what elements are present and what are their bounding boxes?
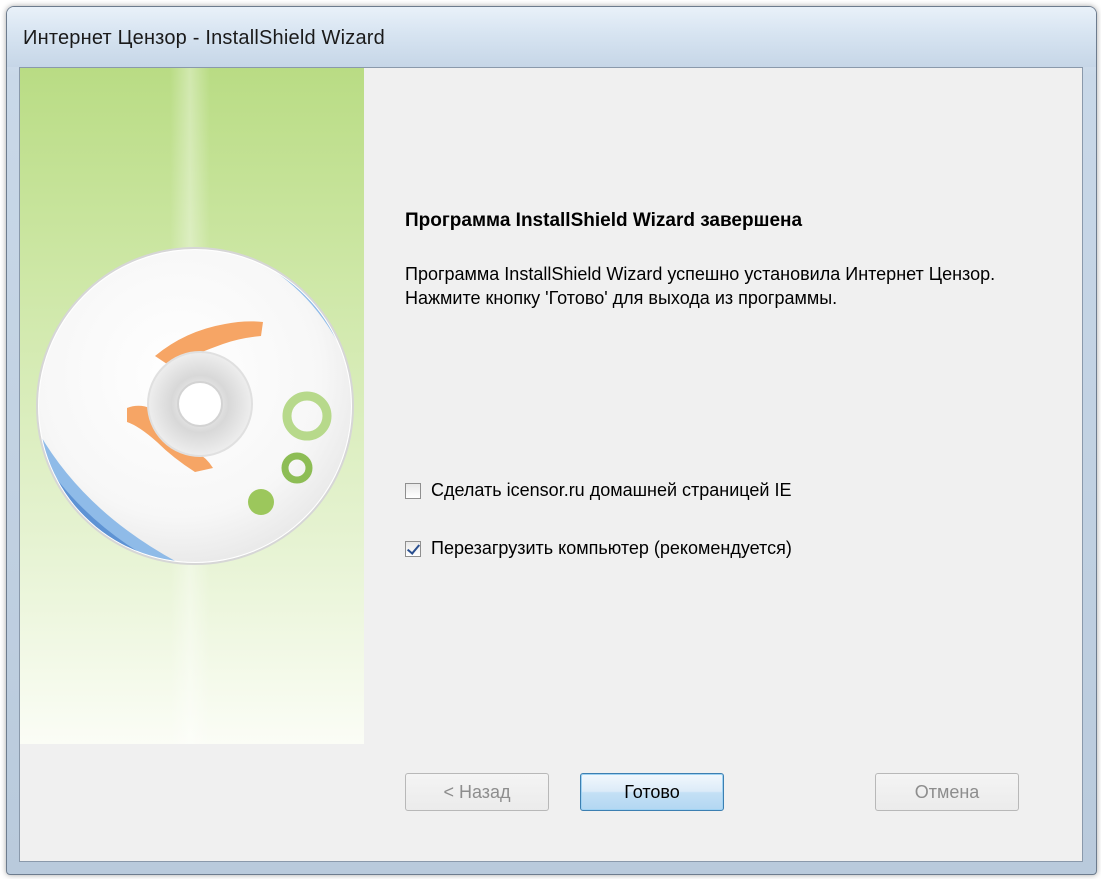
window-title: Интернет Цензор - InstallShield Wizard <box>23 27 385 49</box>
wizard-banner <box>20 68 364 744</box>
page-description: Программа InstallShield Wizard успешно у… <box>405 264 996 308</box>
installer-window: Интернет Цензор - InstallShield Wizard П… <box>6 6 1097 875</box>
title-bar[interactable]: Интернет Цензор - InstallShield Wizard <box>7 7 1096 67</box>
restart-option[interactable]: Перезагрузить компьютер (рекомендуется) <box>405 538 792 559</box>
finish-button[interactable]: Готово <box>580 773 724 811</box>
cancel-button[interactable]: Отмена <box>875 773 1019 811</box>
page-title: Программа InstallShield Wizard завершена <box>405 210 803 231</box>
back-button[interactable]: < Назад <box>405 773 549 811</box>
wizard-panel: Программа InstallShield Wizard завершена… <box>19 67 1083 862</box>
restart-checkbox[interactable] <box>405 540 421 557</box>
homepage-option[interactable]: Сделать icensor.ru домашней страницей IE <box>405 480 791 501</box>
restart-option-label: Перезагрузить компьютер (рекомендуется) <box>431 538 792 558</box>
homepage-checkbox[interactable] <box>405 482 421 499</box>
cd-disc-icon <box>36 247 354 565</box>
homepage-option-label: Сделать icensor.ru домашней страницей IE <box>431 480 792 500</box>
